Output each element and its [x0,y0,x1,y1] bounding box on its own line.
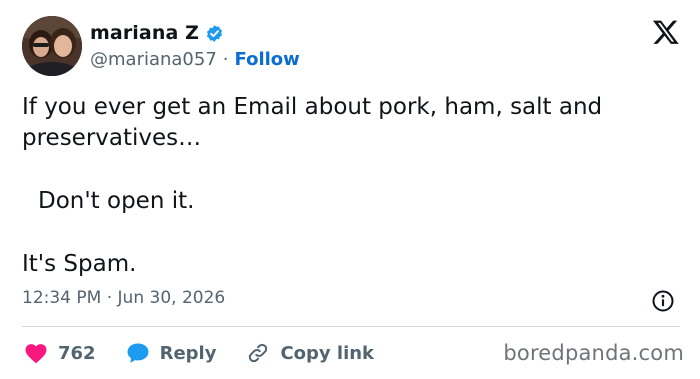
tweet-text-line-1: If you ever get an Email about pork, ham… [22,94,610,151]
handle-row: @mariana057 · Follow [90,49,300,70]
follow-button[interactable]: Follow [235,49,300,70]
tweet-text-line-3: It's Spam. [22,251,137,277]
tweet-timestamp[interactable]: 12:34 PM · Jun 30, 2026 [22,288,225,308]
name-row: mariana Z [90,22,224,44]
reply-bubble-icon [127,343,149,363]
like-count: 762 [58,342,96,364]
info-icon[interactable] [651,289,675,313]
handle-separator: · [222,49,229,70]
watermark: boredpanda.com [503,341,684,365]
avatar[interactable] [22,16,82,76]
link-icon [249,343,268,363]
tweet-time: 12:34 PM [22,288,102,308]
heart-icon [25,344,47,364]
reply-label: Reply [159,342,217,364]
timestamp-separator: · [106,288,113,308]
copy-link-button[interactable]: Copy link [246,341,374,365]
tweet-date: Jun 30, 2026 [117,288,226,308]
x-logo-icon[interactable] [652,18,680,46]
user-handle[interactable]: @mariana057 [90,49,217,70]
tweet-body: If you ever get an Email about pork, ham… [22,92,682,280]
verified-badge-icon [206,24,222,42]
tweet-header: mariana Z @mariana057 · Follow [22,16,682,80]
action-bar: 762 Reply Copy link [24,338,404,368]
display-name[interactable]: mariana Z [90,22,199,44]
tweet-text-line-2: Don't open it. [38,188,195,214]
reply-button[interactable]: Reply [126,342,217,364]
copy-link-label: Copy link [280,342,375,364]
divider [22,326,680,327]
like-button[interactable]: 762 [24,342,96,364]
